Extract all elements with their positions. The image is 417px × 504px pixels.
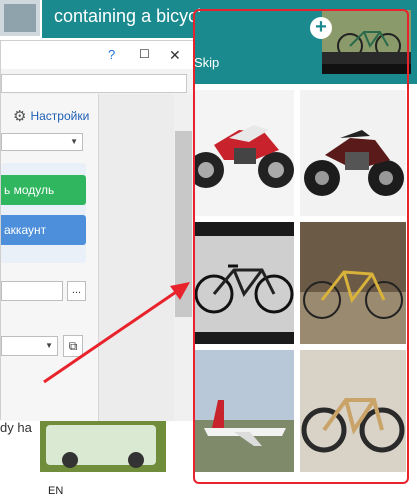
scrollbar-thumb[interactable] <box>175 131 192 317</box>
profile-select[interactable]: ▼ <box>1 133 83 151</box>
dialog-side-panel <box>99 94 174 421</box>
maximize-button[interactable]: ☐ <box>139 47 150 61</box>
option-select[interactable]: ▼ <box>1 336 58 356</box>
path-input[interactable] <box>1 281 63 301</box>
background-text: dy ha <box>0 420 32 435</box>
dialog-titlebar: ? ☐ ✕ <box>1 41 195 69</box>
chevron-down-icon: ▼ <box>45 341 53 350</box>
gear-icon: ⚙ <box>13 108 27 125</box>
help-button[interactable]: ? <box>108 47 115 62</box>
close-button[interactable]: ✕ <box>169 47 181 64</box>
browse-button[interactable]: ... <box>67 281 86 301</box>
chevron-down-icon: ▼ <box>70 137 78 146</box>
background-bus-image <box>40 415 166 472</box>
background-thumbnail <box>0 0 40 36</box>
account-button[interactable]: аккаунт <box>1 215 86 245</box>
copy-button[interactable]: ⧉ <box>63 335 83 357</box>
language-indicator[interactable]: EN <box>48 485 63 497</box>
settings-dialog: ? ☐ ✕ ⚙ Настройки ▼ ь модуль аккаунт ...… <box>0 40 195 421</box>
copy-icon: ⧉ <box>68 339 78 353</box>
highlight-box <box>193 9 409 484</box>
settings-link[interactable]: ⚙ Настройки <box>13 107 89 125</box>
settings-link-label: Настройки <box>30 109 90 123</box>
add-module-button[interactable]: ь модуль <box>1 175 86 205</box>
top-input[interactable] <box>1 74 187 93</box>
